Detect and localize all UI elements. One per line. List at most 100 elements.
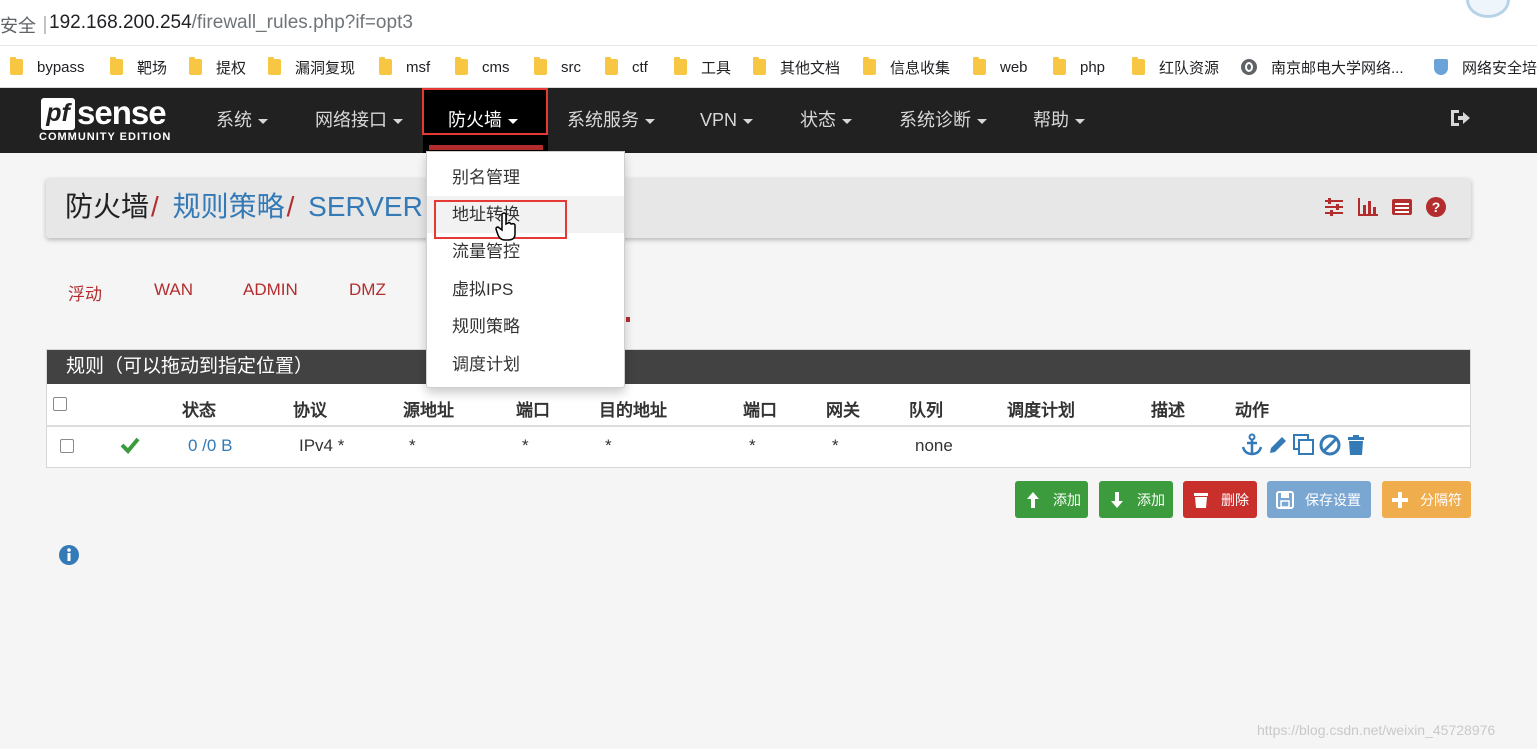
- header-gateway: 网关: [826, 401, 860, 420]
- tab-wan[interactable]: WAN: [154, 280, 193, 300]
- bookmark-label: msf: [406, 58, 431, 76]
- bookmark-bypass[interactable]: bypass: [10, 57, 85, 77]
- row-queue: none: [915, 436, 953, 455]
- folder-icon: [268, 57, 281, 75]
- watermark-text: https://blog.csdn.net/weixin_45728976: [1257, 722, 1496, 738]
- caret-down-icon: [258, 118, 268, 124]
- bookmarks-bar: bypass 靶场 提权 漏洞复现 msf cms src ctf 工具 其他文…: [0, 46, 1537, 88]
- bookmark-range[interactable]: 靶场: [110, 57, 167, 77]
- delete-button[interactable]: 删除: [1183, 481, 1257, 518]
- anchor-icon[interactable]: [1240, 433, 1264, 457]
- globe-icon: [1241, 59, 1257, 75]
- tab-dmz[interactable]: DMZ: [349, 280, 386, 300]
- nav-status[interactable]: 状态: [800, 106, 852, 134]
- top-navbar: pf sense COMMUNITY EDITION 系统 网络接口 防火墙 系…: [0, 88, 1537, 153]
- help-icon[interactable]: ?: [1425, 196, 1447, 218]
- bookmark-php[interactable]: php: [1053, 57, 1105, 77]
- logo-pf: pf: [41, 98, 75, 130]
- info-icon[interactable]: [58, 544, 80, 566]
- bookmark-label: web: [1000, 58, 1028, 76]
- bookmark-tools[interactable]: 工具: [674, 57, 731, 77]
- menu-item-aliases[interactable]: 别名管理: [427, 159, 624, 196]
- nav-system[interactable]: 系统: [216, 106, 268, 134]
- folder-icon: [753, 57, 766, 75]
- nav-interfaces[interactable]: 网络接口: [315, 106, 403, 134]
- breadcrumb-rules[interactable]: 规则策略: [173, 191, 285, 222]
- header-schedule: 调度计划: [1007, 401, 1075, 420]
- shield-icon: [1434, 59, 1448, 75]
- bookmark-label: src: [561, 58, 581, 76]
- profile-avatar[interactable]: [1466, 0, 1510, 18]
- copy-icon[interactable]: [1292, 433, 1316, 457]
- bar-chart-icon[interactable]: [1357, 196, 1379, 218]
- breadcrumb-firewall: 防火墙: [65, 191, 150, 222]
- nav-help[interactable]: 帮助: [1033, 106, 1085, 134]
- logout-icon[interactable]: [1449, 108, 1471, 128]
- bookmark-cms[interactable]: cms: [455, 57, 510, 77]
- log-list-icon[interactable]: [1391, 196, 1413, 218]
- caret-down-icon: [393, 118, 403, 124]
- button-label: 添加: [1053, 491, 1081, 508]
- select-all-checkbox[interactable]: [53, 397, 67, 411]
- nav-vpn[interactable]: VPN: [700, 106, 754, 134]
- delete-trash-icon[interactable]: [1344, 433, 1368, 457]
- bookmark-label: bypass: [37, 58, 85, 76]
- logo-edition: COMMUNITY EDITION: [39, 131, 172, 143]
- header-protocol: 协议: [293, 401, 327, 420]
- bookmark-label: 信息收集: [890, 59, 951, 77]
- nav-label: 系统: [216, 110, 252, 130]
- menu-item-schedules[interactable]: 调度计划: [427, 346, 624, 383]
- bookmark-ctf[interactable]: ctf: [605, 57, 648, 77]
- bookmark-vuln[interactable]: 漏洞复现: [268, 57, 355, 77]
- browser-address-bar[interactable]: 安全｜ 192.168.200.254/firewall_rules.php?i…: [0, 0, 1537, 46]
- sliders-icon[interactable]: [1323, 196, 1345, 218]
- nav-services[interactable]: 系统服务: [567, 106, 655, 134]
- row-checkbox[interactable]: [60, 439, 74, 453]
- nav-label: 系统服务: [567, 110, 639, 130]
- menu-item-rules[interactable]: 规则策略: [427, 308, 624, 345]
- bookmark-recon[interactable]: 信息收集: [863, 57, 950, 77]
- nav-diagnostics[interactable]: 系统诊断: [899, 106, 987, 134]
- hand-cursor-icon: [495, 212, 516, 241]
- breadcrumb-separator: /: [286, 191, 295, 222]
- tab-admin[interactable]: ADMIN: [243, 280, 298, 300]
- folder-icon: [534, 57, 547, 75]
- bookmark-docs[interactable]: 其他文档: [753, 57, 840, 77]
- disable-ban-icon[interactable]: [1318, 433, 1342, 457]
- header-destination: 目的地址: [599, 401, 667, 420]
- breadcrumb-server[interactable]: SERVER: [308, 191, 423, 222]
- save-icon: [1276, 490, 1294, 509]
- breadcrumb: 防火墙/ 规则策略/ SERVER ?: [46, 178, 1471, 238]
- arrow-up-icon: [1027, 491, 1039, 508]
- bookmark-src[interactable]: src: [534, 57, 581, 77]
- bookmark-msf[interactable]: msf: [379, 57, 430, 77]
- firewall-dropdown-menu: 别名管理 地址转换 流量管控 虚拟IPS 规则策略 调度计划: [426, 151, 625, 388]
- header-source: 源地址: [403, 401, 454, 420]
- row-states[interactable]: 0 /0 B: [188, 436, 232, 456]
- security-label: 安全｜: [0, 16, 54, 36]
- tab-floating[interactable]: 浮动: [68, 280, 102, 305]
- pfsense-logo[interactable]: pf sense COMMUNITY EDITION: [39, 94, 189, 146]
- bookmark-web[interactable]: web: [973, 57, 1028, 77]
- edit-pencil-icon[interactable]: [1266, 433, 1290, 457]
- folder-icon: [10, 57, 23, 75]
- folder-icon: [674, 57, 687, 75]
- bookmark-redteam[interactable]: 红队资源: [1132, 57, 1219, 77]
- folder-icon: [1132, 57, 1145, 75]
- bookmark-label: 提权: [216, 59, 247, 77]
- row-source: *: [409, 436, 416, 455]
- bookmark-label: 其他文档: [780, 59, 841, 77]
- folder-icon: [973, 57, 986, 75]
- add-bottom-button[interactable]: 添加: [1099, 481, 1173, 518]
- add-top-button[interactable]: 添加: [1015, 481, 1088, 518]
- save-button[interactable]: 保存设置: [1267, 481, 1371, 518]
- bookmark-njupt[interactable]: 南京邮电大学网络...: [1241, 57, 1404, 77]
- bookmark-security-training[interactable]: 网络安全培: [1434, 57, 1537, 77]
- menu-item-virtual-ips[interactable]: 虚拟IPS: [427, 271, 624, 308]
- bookmark-label: 漏洞复现: [295, 59, 356, 77]
- separator-button[interactable]: 分隔符: [1382, 481, 1471, 518]
- bookmark-privesc[interactable]: 提权: [189, 57, 246, 77]
- arrow-down-icon: [1111, 491, 1123, 508]
- url-text[interactable]: 192.168.200.254/firewall_rules.php?if=op…: [49, 12, 413, 34]
- active-tab-underline: [626, 317, 630, 322]
